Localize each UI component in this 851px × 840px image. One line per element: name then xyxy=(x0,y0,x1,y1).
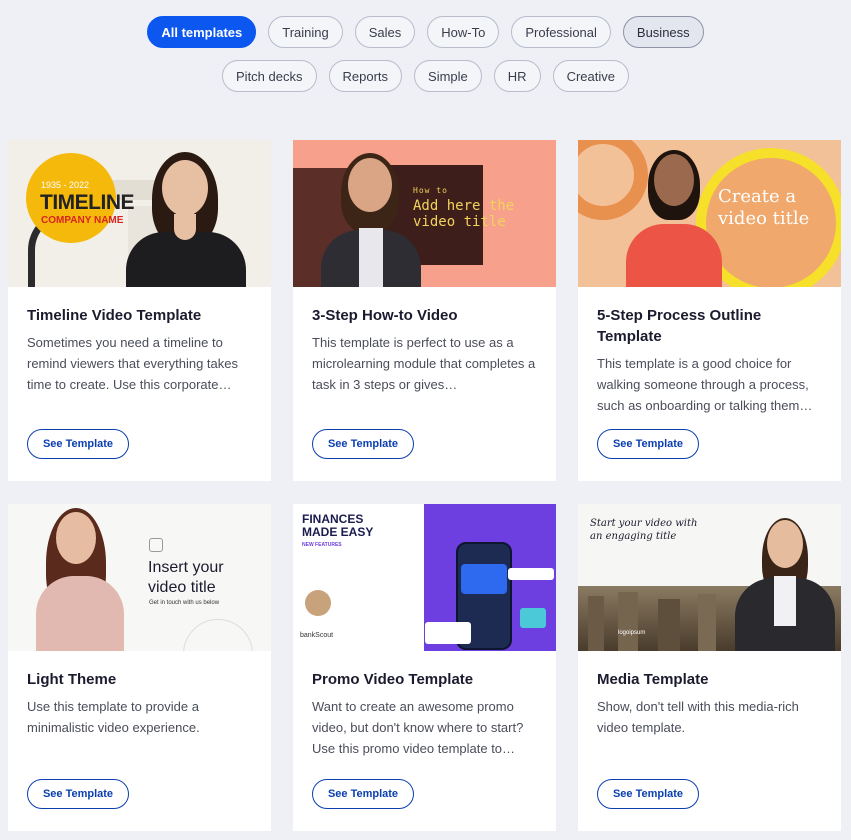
filter-creative[interactable]: Creative xyxy=(552,60,629,92)
see-template-button[interactable]: See Template xyxy=(27,779,129,809)
card-title: Promo Video Template xyxy=(312,671,474,688)
card-thumbnail: How to Add here the video title xyxy=(293,140,556,287)
card-title: Timeline Video Template xyxy=(27,307,202,324)
template-card-timeline[interactable]: 1935 - 2022 TIMELINE COMPANY NAME Timeli… xyxy=(8,140,271,481)
filter-pitch-decks[interactable]: Pitch decks xyxy=(222,60,317,92)
thumb-heading: Add here the video title xyxy=(413,198,515,230)
card-description: This template is perfect to use as a mic… xyxy=(312,335,536,392)
filter-how-to[interactable]: How-To xyxy=(427,16,500,48)
thumb-brand: bankScout xyxy=(300,632,334,639)
thumb-subheading: NEW FEATURES xyxy=(302,542,342,548)
see-template-button[interactable]: See Template xyxy=(597,429,699,459)
template-card-media[interactable]: Start your video with an engaging title … xyxy=(578,504,841,831)
filter-reports[interactable]: Reports xyxy=(328,60,403,92)
see-template-button[interactable]: See Template xyxy=(312,779,414,809)
thumb-heading: Insert your video title xyxy=(148,559,224,596)
thumb-heading: TIMELINE xyxy=(40,191,135,214)
thumb-brand: logoipsum xyxy=(618,630,646,636)
template-card-light-theme[interactable]: Insert your video title Get in touch wit… xyxy=(8,504,271,831)
template-filters: All templates Training Sales How-To Prof… xyxy=(0,16,851,104)
filter-row-1: All templates Training Sales How-To Prof… xyxy=(0,16,851,48)
see-template-button[interactable]: See Template xyxy=(27,429,129,459)
card-description: Show, don't tell with this media-rich vi… xyxy=(597,699,799,735)
thumb-kicker: How to xyxy=(413,186,448,195)
filter-sales[interactable]: Sales xyxy=(354,16,416,48)
filter-professional[interactable]: Professional xyxy=(511,16,611,48)
template-card-promo[interactable]: FINANCES MADE EASY NEW FEATURES bankScou… xyxy=(293,504,556,831)
card-thumbnail: Start your video with an engaging title … xyxy=(578,504,841,651)
thumb-years: 1935 - 2022 xyxy=(41,180,90,190)
card-title: Light Theme xyxy=(27,671,117,688)
thumb-subheading: Get in touch with us below xyxy=(149,600,220,606)
filter-simple[interactable]: Simple xyxy=(414,60,482,92)
card-thumbnail: 1935 - 2022 TIMELINE COMPANY NAME xyxy=(8,140,271,287)
template-card-5-step-process[interactable]: Create a video title 5-Step Process Outl… xyxy=(578,140,841,481)
thumb-subheading: COMPANY NAME xyxy=(41,215,124,226)
card-title: Media Template xyxy=(597,671,709,688)
card-title: 3-Step How-to Video xyxy=(312,307,458,324)
card-description: This template is a good choice for walki… xyxy=(597,356,813,413)
filter-hr[interactable]: HR xyxy=(493,60,541,92)
filter-training[interactable]: Training xyxy=(268,16,343,48)
filter-row-2: Pitch decks Reports Simple HR Creative xyxy=(0,60,851,92)
card-description: Want to create an awesome promo video, b… xyxy=(312,699,524,756)
card-description: Sometimes you need a timeline to remind … xyxy=(27,335,238,392)
see-template-button[interactable]: See Template xyxy=(312,429,414,459)
see-template-button[interactable]: See Template xyxy=(597,779,699,809)
filter-all-templates[interactable]: All templates xyxy=(147,16,257,48)
thumb-heading: Start your video with an engaging title xyxy=(590,518,698,542)
filter-business[interactable]: Business xyxy=(622,16,704,48)
card-thumbnail: FINANCES MADE EASY NEW FEATURES bankScou… xyxy=(293,504,556,651)
card-thumbnail: Insert your video title Get in touch wit… xyxy=(8,504,271,651)
card-thumbnail: Create a video title xyxy=(578,140,841,287)
thumb-heading: FINANCES MADE EASY xyxy=(302,512,374,539)
card-description: Use this template to provide a minimalis… xyxy=(27,699,200,735)
thumb-heading: Create a video title xyxy=(718,186,810,229)
template-card-how-to[interactable]: How to Add here the video title 3-Step H… xyxy=(293,140,556,481)
card-title: 5-Step Process Outline Template xyxy=(597,307,762,345)
